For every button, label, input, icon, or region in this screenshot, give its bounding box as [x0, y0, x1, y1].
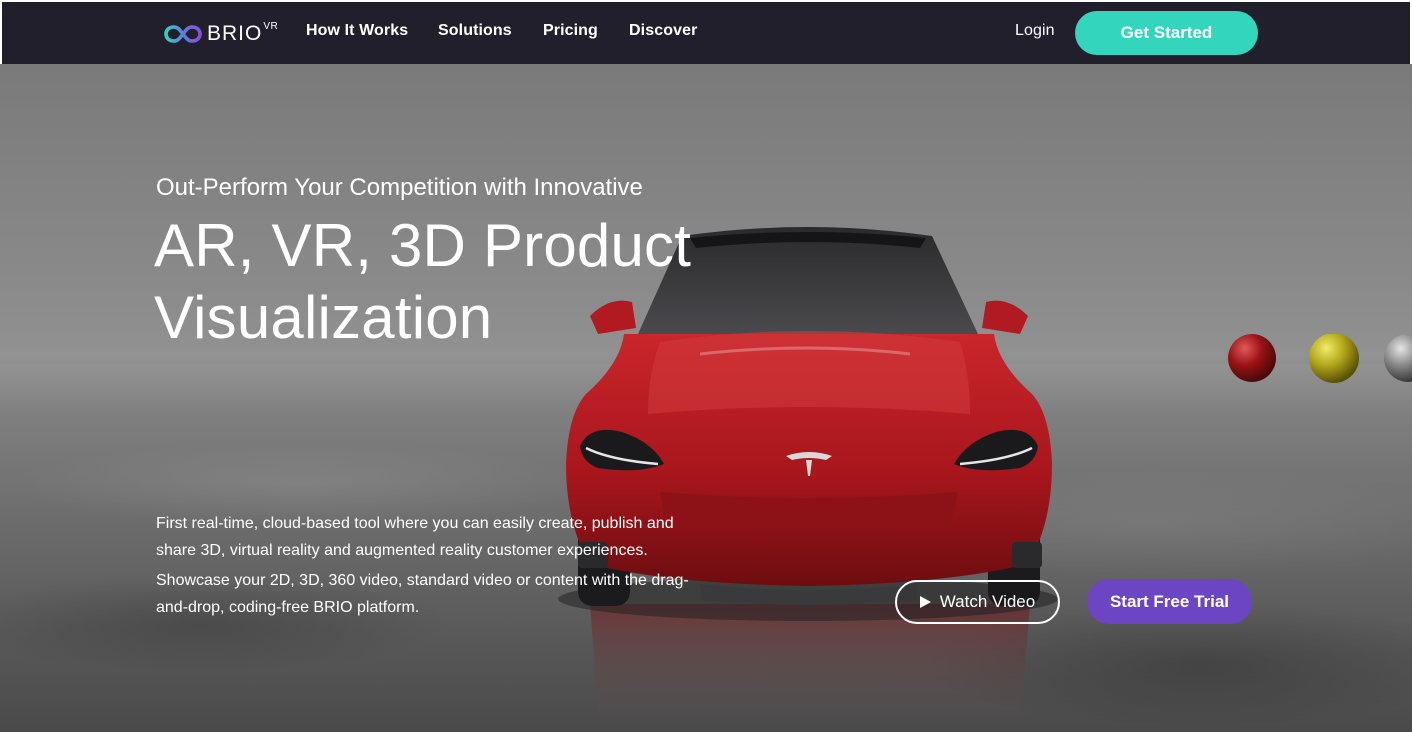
nav-link-discover[interactable]: Discover — [629, 22, 697, 40]
get-started-button[interactable]: Get Started — [1075, 11, 1258, 55]
brio-logo[interactable]: BRIO VR — [164, 21, 278, 47]
infinity-logo-icon — [164, 25, 202, 43]
nav-link-solutions[interactable]: Solutions — [438, 22, 512, 40]
watch-video-label: Watch Video — [939, 592, 1036, 611]
hero-description-1: First real-time, cloud-based tool where … — [156, 515, 674, 559]
page: BRIO VR How It Works Solutions Pricing D… — [0, 0, 1412, 732]
watch-video-button[interactable]: Watch Video — [895, 580, 1060, 624]
login-link[interactable]: Login — [1015, 22, 1055, 40]
hero-section: Out-Perform Your Competition with Innova… — [0, 64, 1412, 732]
nav-link-pricing[interactable]: Pricing — [543, 22, 598, 40]
hero-eyebrow: Out-Perform Your Competition with Innova… — [156, 174, 643, 201]
hero-description-2: Showcase your 2D, 3D, 360 video, standar… — [156, 572, 689, 616]
play-icon — [919, 596, 931, 608]
hero-title-line-2: Visualization — [154, 284, 493, 351]
start-free-trial-button[interactable]: Start Free Trial — [1087, 579, 1252, 624]
logo-superscript: VR — [263, 20, 279, 32]
hero-title-line-1: AR, VR, 3D Product — [154, 212, 692, 279]
top-navbar: BRIO VR How It Works Solutions Pricing D… — [2, 2, 1410, 64]
hero-title: AR, VR, 3D Product Visualization — [154, 210, 714, 354]
nav-link-how-it-works[interactable]: How It Works — [306, 22, 408, 40]
hero-description: First real-time, cloud-based tool where … — [156, 510, 716, 621]
color-spheres-image — [1228, 334, 1412, 383]
logo-wordmark: BRIO — [207, 22, 263, 45]
